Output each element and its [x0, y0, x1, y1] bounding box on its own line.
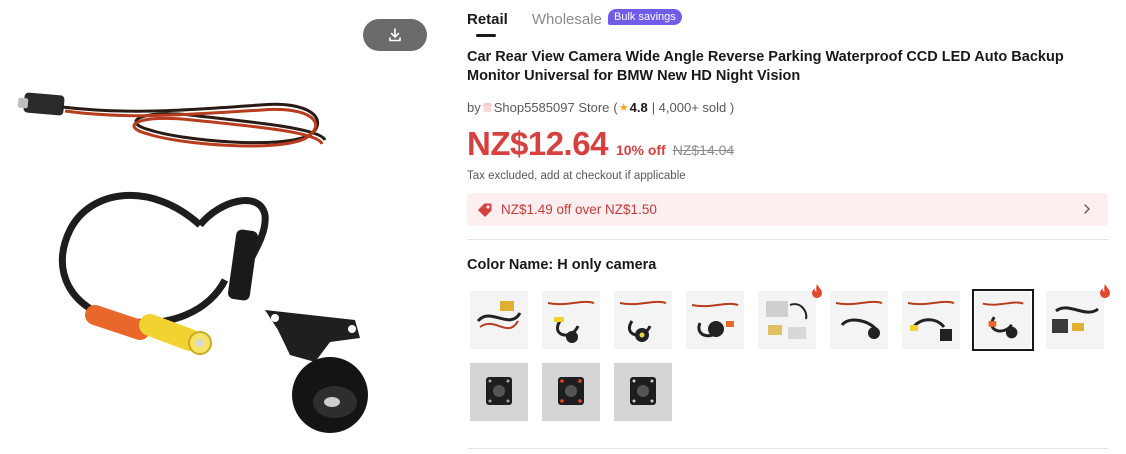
product-title: Car Rear View Camera Wide Angle Reverse …: [467, 49, 1064, 84]
divider: [467, 239, 1109, 240]
color-swatch[interactable]: [540, 361, 602, 423]
download-image-button[interactable]: [363, 19, 427, 51]
swatch-thumbnail: [470, 291, 528, 349]
star-icon: ★: [618, 102, 629, 114]
store-name-link[interactable]: Shop5585097 Store: [494, 100, 610, 115]
coupon-text: NZ$1.49 off over NZ$1.50: [501, 202, 657, 217]
product-photo[interactable]: [10, 80, 420, 440]
color-swatch[interactable]: [612, 289, 674, 351]
current-price: NZ$12.64: [467, 125, 608, 162]
original-price: NZ$14.04: [672, 142, 735, 158]
product-image-area: [0, 0, 440, 454]
color-swatch[interactable]: [540, 289, 602, 351]
swatch-thumbnail: [830, 291, 888, 349]
flame-icon: [812, 284, 822, 298]
flame-icon: [1100, 284, 1110, 298]
color-swatch[interactable]: [1044, 284, 1110, 351]
store-icon: [482, 103, 492, 112]
color-swatch[interactable]: [612, 361, 674, 423]
tax-note: Tax excluded, add at checkout if applica…: [467, 170, 686, 182]
color-swatch[interactable]: [684, 289, 746, 351]
swatch-thumbnail: [686, 291, 744, 349]
swatch-thumbnail: [470, 363, 528, 421]
swatch-thumbnail: [542, 363, 600, 421]
color-swatch[interactable]: [468, 289, 530, 351]
color-swatch[interactable]: [828, 289, 890, 351]
tab-wholesale[interactable]: Wholesale: [532, 11, 602, 37]
swatch-thumbnail: [975, 292, 1031, 348]
store-line: by Shop5585097 Store ( ★ 4.8 | 4,000+ so…: [467, 100, 734, 115]
divider: [467, 448, 1109, 449]
color-name-label: Color Name: H only camera: [467, 257, 657, 273]
swatch-thumbnail: [758, 291, 816, 349]
price-row: NZ$12.64 10% off NZ$14.04: [467, 125, 734, 163]
swatch-thumbnail: [614, 363, 672, 421]
swatch-thumbnail: [542, 291, 600, 349]
product-info-panel: Retail Wholesale Bulk savings Car Rear V…: [467, 0, 1110, 454]
store-by-label: by: [467, 100, 481, 115]
color-swatch[interactable]: [756, 284, 822, 351]
color-swatch-selected[interactable]: [972, 289, 1034, 351]
coupon-banner[interactable]: NZ$1.49 off over NZ$1.50: [467, 193, 1108, 226]
color-swatch[interactable]: [468, 361, 530, 423]
store-open-paren: (: [613, 100, 618, 115]
bulk-savings-badge: Bulk savings: [608, 9, 682, 25]
store-rating: 4.8: [629, 100, 648, 115]
discount-label: 10% off: [615, 142, 666, 158]
swatch-thumbnail: [614, 291, 672, 349]
purchase-mode-tabs: Retail Wholesale Bulk savings: [467, 9, 682, 37]
tab-retail[interactable]: Retail: [467, 11, 508, 37]
tag-icon: [478, 203, 492, 217]
swatch-thumbnail: [902, 291, 960, 349]
chevron-right-icon: [1084, 204, 1090, 214]
download-icon: [389, 28, 401, 42]
swatch-thumbnail: [1046, 291, 1104, 349]
color-swatch[interactable]: [900, 289, 962, 351]
store-sold-count: | 4,000+ sold ): [651, 100, 735, 115]
